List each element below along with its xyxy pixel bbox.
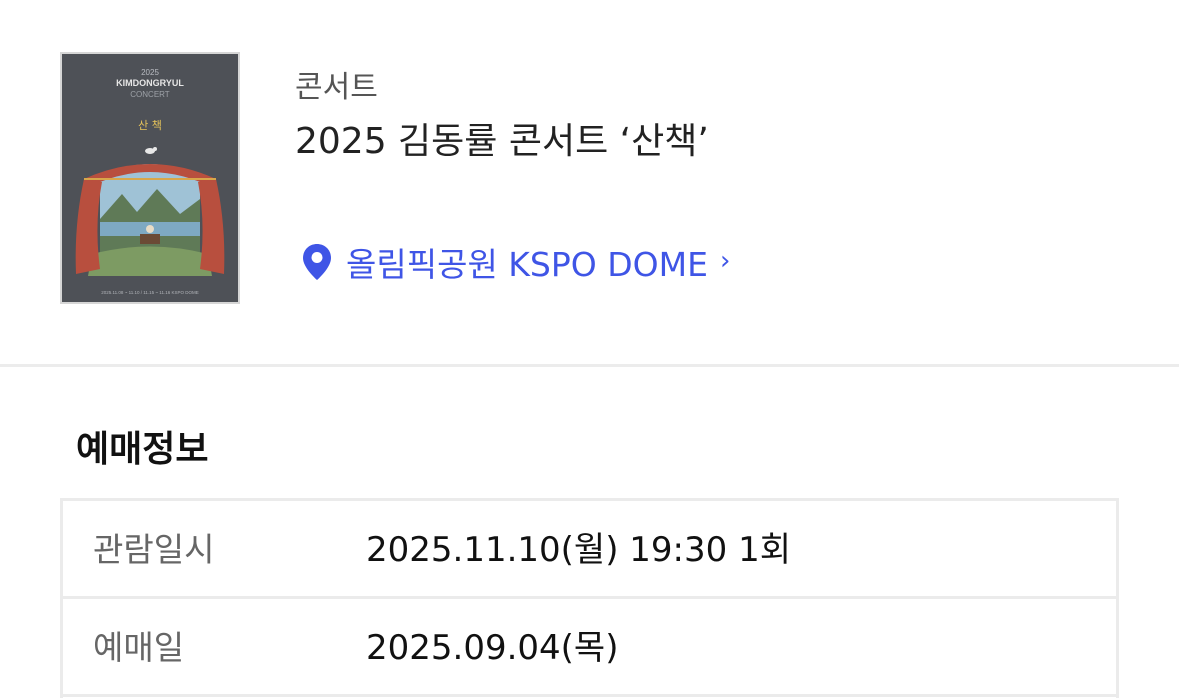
poster-title: 산 책 xyxy=(138,119,162,132)
viewing-datetime-label: 관람일시 xyxy=(93,530,215,569)
poster-artist: KIMDONGRYUL xyxy=(116,78,184,88)
booking-date-label: 예매일 xyxy=(93,628,185,667)
table-row: 예매일 2025.09.04(목) xyxy=(63,599,1116,697)
poster-subtitle: CONCERT xyxy=(130,90,170,99)
event-header: 2025 KIMDONGRYUL CONCERT 산 책 2025.11.08 … xyxy=(0,0,1179,364)
chevron-right-icon: › xyxy=(719,246,731,276)
venue-link[interactable]: 올림픽공원 KSPO DOME › xyxy=(300,238,730,286)
poster-year: 2025 xyxy=(141,68,159,77)
venue-name: 올림픽공원 KSPO DOME xyxy=(346,245,708,284)
table-row: 관람일시 2025.11.10(월) 19:30 1회 xyxy=(63,501,1116,599)
booking-date-value: 2025.09.04(목) xyxy=(366,628,619,668)
event-poster-image[interactable]: 2025 KIMDONGRYUL CONCERT 산 책 2025.11.08 … xyxy=(60,52,240,304)
event-category: 콘서트 xyxy=(295,70,378,105)
map-pin-icon xyxy=(300,241,334,283)
section-divider xyxy=(0,364,1179,367)
viewing-datetime-value: 2025.11.10(월) 19:30 1회 xyxy=(366,530,791,570)
event-title: 2025 김동률 콘서트 ‘산책’ xyxy=(295,121,709,162)
poster-artwork: 2025 KIMDONGRYUL CONCERT 산 책 2025.11.08 … xyxy=(62,54,238,302)
booking-info-table: 관람일시 2025.11.10(월) 19:30 1회 예매일 2025.09.… xyxy=(60,498,1119,698)
poster-footer: 2025.11.08 ~ 11.10 / 11.15 ~ 11.16 KSPO … xyxy=(101,290,198,295)
booking-info-title: 예매정보 xyxy=(76,429,209,470)
